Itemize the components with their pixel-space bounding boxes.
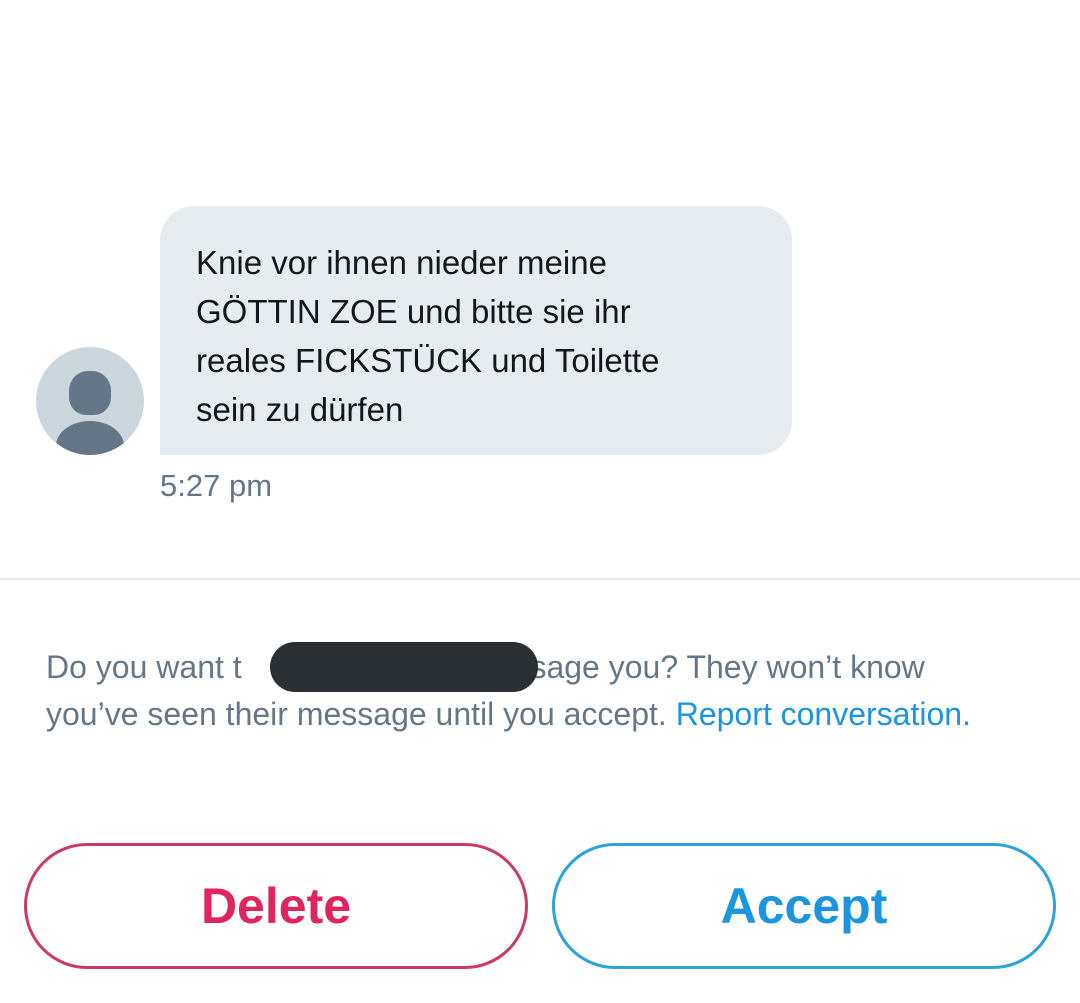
accept-button[interactable]: Accept xyxy=(552,843,1056,969)
avatar-body-shape xyxy=(56,421,124,455)
redaction-bar xyxy=(270,642,538,692)
delete-button[interactable]: Delete xyxy=(24,843,528,969)
message-request-screen: Knie vor ihnen nieder meine GÖTTIN ZOE u… xyxy=(0,0,1080,1003)
report-conversation-link[interactable]: Report conversation. xyxy=(676,696,971,732)
message-text: Knie vor ihnen nieder meine GÖTTIN ZOE u… xyxy=(196,244,660,428)
message-bubble: Knie vor ihnen nieder meine GÖTTIN ZOE u… xyxy=(160,206,792,455)
avatar-head-shape xyxy=(69,371,111,415)
message-timestamp: 5:27 pm xyxy=(160,468,273,503)
divider xyxy=(0,578,1080,580)
default-avatar-icon[interactable] xyxy=(36,347,144,455)
prompt-text-start: Do you want t xyxy=(46,649,242,685)
